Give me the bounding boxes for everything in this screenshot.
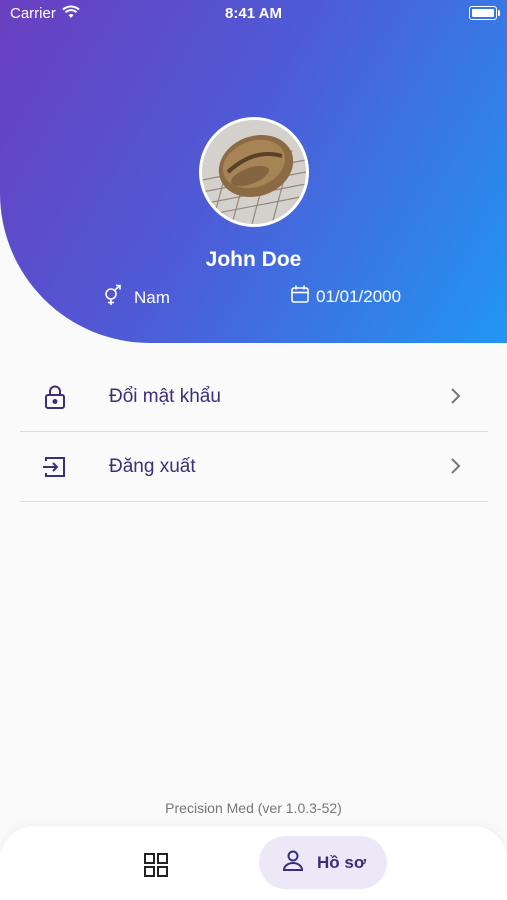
gender-label: Nam <box>134 287 170 307</box>
user-icon <box>281 848 305 877</box>
bottom-navigation: Hồ sơ <box>0 826 507 900</box>
logout-label: Đăng xuất <box>109 456 196 477</box>
chevron-right-icon <box>448 456 462 476</box>
settings-menu: Đổi mật khẩu Đăng xuất <box>20 362 488 502</box>
profile-header: Carrier 8:41 AM John Doe Nam 01/01/2000 <box>0 0 507 343</box>
logout-item[interactable]: Đăng xuất <box>20 432 488 502</box>
clock-time: 8:41 AM <box>225 5 282 22</box>
battery-icon <box>469 6 500 20</box>
status-bar: Carrier 8:41 AM <box>0 0 507 28</box>
change-password-item[interactable]: Đổi mật khẩu <box>20 362 488 432</box>
app-version: Precision Med (ver 1.0.3-52) <box>165 800 342 816</box>
change-password-label: Đổi mật khẩu <box>109 386 221 407</box>
dob-label: 01/01/2000 <box>316 286 402 306</box>
logout-icon <box>42 454 68 480</box>
lock-icon <box>42 384 68 410</box>
avatar[interactable] <box>199 117 309 227</box>
chevron-right-icon <box>448 386 462 406</box>
grid-icon[interactable] <box>142 851 170 879</box>
tab-profile-label: Hồ sơ <box>317 852 366 872</box>
tab-profile[interactable]: Hồ sơ <box>259 836 387 889</box>
calendar-icon <box>290 284 310 309</box>
user-name: John Doe <box>205 248 302 271</box>
gender-info: Nam <box>102 284 170 311</box>
gender-icon <box>102 284 124 311</box>
dob-info: 01/01/2000 <box>290 284 401 309</box>
